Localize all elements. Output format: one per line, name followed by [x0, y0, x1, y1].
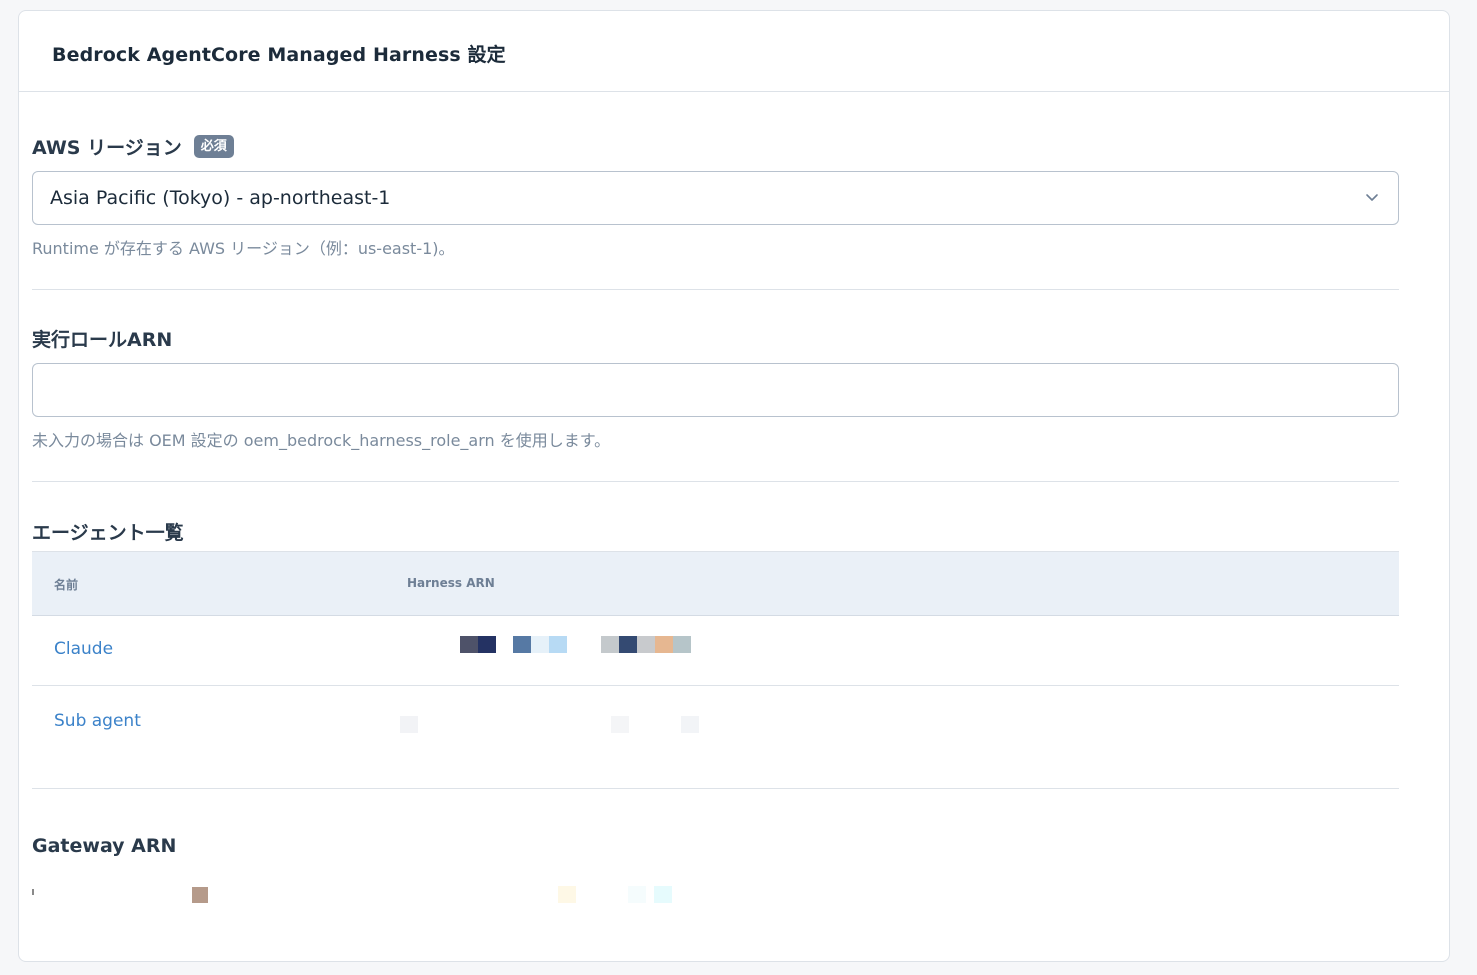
role-field: 実行ロールARN 未入力の場合は OEM 設定の oem_bedrock_har…: [32, 325, 1399, 451]
role-label: 実行ロールARN: [32, 329, 173, 351]
gateway-arn-masked: [32, 886, 672, 903]
card-title: Bedrock AgentCore Managed Harness 設定: [52, 44, 506, 66]
region-label: AWS リージョン: [32, 137, 182, 159]
agents-heading: エージェント一覧: [32, 522, 184, 544]
region-label-row: AWS リージョン 必須: [32, 133, 1399, 160]
gateway-label: Gateway ARN: [32, 835, 177, 857]
divider: [32, 289, 1399, 290]
column-header-name: 名前: [54, 578, 79, 592]
divider: [32, 481, 1399, 482]
region-selected-value: Asia Pacific (Tokyo) - ap-northeast-1: [50, 187, 391, 209]
region-select[interactable]: Asia Pacific (Tokyo) - ap-northeast-1: [32, 171, 1399, 225]
table-row: Sub agent: [32, 686, 1399, 789]
agent-name-link[interactable]: Claude: [54, 639, 113, 659]
role-help-text: 未入力の場合は OEM 設定の oem_bedrock_harness_role…: [32, 431, 611, 450]
harness-arn-masked: [400, 716, 699, 733]
table-row: Claude: [32, 616, 1399, 686]
table-header: 名前 Harness ARN: [32, 551, 1399, 616]
region-field: AWS リージョン 必須 Asia Pacific (Tokyo) - ap-n…: [32, 133, 1399, 259]
agents-section: エージェント一覧: [32, 518, 1399, 545]
region-help-text: Runtime が存在する AWS リージョン（例：us-east-1)。: [32, 239, 455, 258]
card-header: Bedrock AgentCore Managed Harness 設定: [19, 11, 1449, 92]
chevron-down-icon: [1366, 194, 1378, 201]
role-arn-input[interactable]: [32, 363, 1399, 417]
required-badge: 必須: [193, 135, 234, 158]
column-header-harness-arn: Harness ARN: [407, 576, 495, 590]
gateway-section: Gateway ARN: [32, 835, 1399, 857]
agents-table: 名前 Harness ARN Claude Sub agent: [32, 551, 1399, 789]
agent-name-link[interactable]: Sub agent: [54, 711, 141, 731]
harness-arn-masked: [400, 636, 691, 653]
